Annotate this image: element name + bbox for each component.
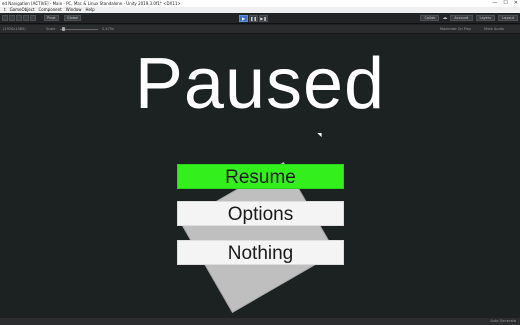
game-viewport[interactable]: Paused Resume Options Nothing bbox=[0, 35, 520, 318]
layout-dropdown[interactable]: Layout bbox=[498, 15, 518, 21]
mouse-cursor-icon bbox=[317, 130, 324, 138]
cloud-icon[interactable]: ☁ bbox=[442, 15, 447, 21]
play-controls: ▶ ❚❚ ▶❚ bbox=[239, 15, 268, 22]
nothing-button[interactable]: Nothing bbox=[177, 240, 344, 265]
pause-button[interactable]: ❚❚ bbox=[249, 15, 258, 22]
resolution-dropdown[interactable]: (1920x1080) bbox=[3, 25, 26, 34]
window-title-bar: ed Navigation [ACTIVE] - Main - PC, Mac … bbox=[0, 0, 520, 7]
rect-tool-icon[interactable] bbox=[23, 15, 29, 21]
status-bar: Auto Generate bbox=[0, 318, 520, 325]
layers-dropdown[interactable]: Layers bbox=[475, 15, 496, 21]
collab-dropdown[interactable]: Collab bbox=[420, 15, 440, 21]
scale-slider-handle[interactable] bbox=[62, 27, 65, 31]
minimize-icon[interactable]: — bbox=[492, 0, 497, 7]
maximize-icon[interactable]: ☐ bbox=[503, 0, 507, 7]
scale-value: 0.475x bbox=[102, 27, 115, 31]
scale-slider[interactable] bbox=[60, 29, 98, 30]
transform-tool-icon[interactable] bbox=[30, 15, 36, 21]
scale-label: Scale bbox=[46, 27, 56, 31]
right-toolbar: Collab ☁ Account Layers Layout bbox=[420, 15, 518, 21]
options-button[interactable]: Options bbox=[177, 201, 344, 226]
scale-tool-icon[interactable] bbox=[16, 15, 22, 21]
maximize-on-play-toggle[interactable]: Maximize On Play bbox=[440, 25, 471, 34]
move-tool-icon[interactable] bbox=[2, 15, 8, 21]
global-toggle[interactable]: Global bbox=[64, 15, 82, 21]
resume-button[interactable]: Resume bbox=[177, 164, 344, 189]
transform-tools bbox=[2, 15, 36, 21]
toolbar: Pivot Global ▶ ❚❚ ▶❚ Collab ☁ Account La… bbox=[0, 13, 520, 24]
close-icon[interactable]: ✕ bbox=[514, 0, 518, 7]
pivot-toggle[interactable]: Pivot bbox=[44, 15, 59, 21]
rotate-tool-icon[interactable] bbox=[9, 15, 15, 21]
play-button[interactable]: ▶ bbox=[239, 15, 248, 22]
status-text: Auto Generate bbox=[490, 319, 516, 323]
paused-title: Paused bbox=[134, 44, 386, 124]
window-controls: — ☐ ✕ bbox=[492, 0, 518, 7]
account-dropdown[interactable]: Account bbox=[450, 15, 473, 21]
game-view-header: (1920x1080) Scale 0.475x Maximize On Pla… bbox=[0, 25, 520, 34]
mute-audio-toggle[interactable]: Mute Audio bbox=[484, 25, 504, 34]
step-button[interactable]: ▶❚ bbox=[259, 15, 268, 22]
window-title: ed Navigation [ACTIVE] - Main - PC, Mac … bbox=[2, 1, 181, 6]
